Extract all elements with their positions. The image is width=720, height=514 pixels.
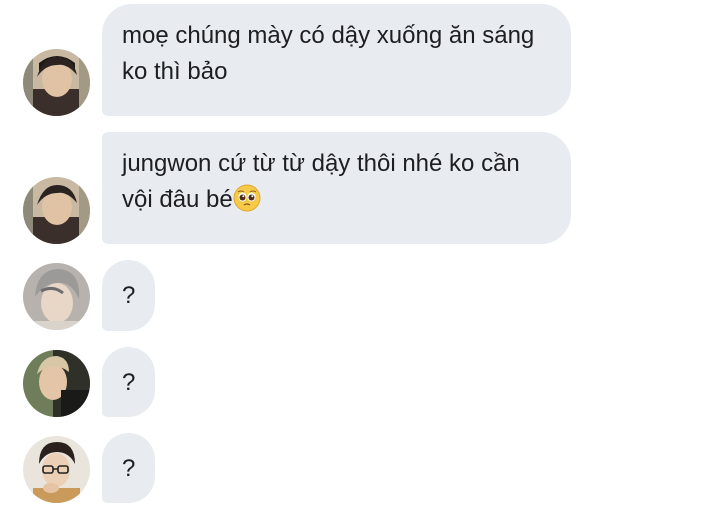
message-bubble[interactable]: ? — [102, 347, 155, 417]
chat-thread: moẹ chúng mày có dậy xuống ăn sáng ko th… — [0, 0, 720, 514]
avatar[interactable] — [23, 350, 90, 417]
avatar-photo-icon — [23, 177, 90, 244]
message-bubble[interactable]: moẹ chúng mày có dậy xuống ăn sáng ko th… — [102, 4, 571, 116]
message-bubble[interactable]: jungwon cứ từ từ dậy thôi nhé ko cần vội… — [102, 132, 571, 244]
message-text: ? — [122, 455, 136, 482]
avatar-photo-icon — [23, 263, 90, 330]
message-bubble[interactable]: ? — [102, 433, 155, 503]
avatar-photo-icon — [23, 436, 90, 503]
message-row: moẹ chúng mày có dậy xuống ăn sáng ko th… — [0, 4, 720, 116]
message-text: jungwon cứ từ từ dậy thôi nhé ko cần vội… — [122, 150, 520, 213]
avatar[interactable] — [23, 263, 90, 330]
avatar[interactable] — [23, 177, 90, 244]
avatar[interactable] — [23, 436, 90, 503]
avatar[interactable] — [23, 49, 90, 116]
avatar-photo-icon — [23, 350, 90, 417]
message-bubble[interactable]: ? — [102, 260, 155, 331]
pleading-face-emoji-icon — [233, 184, 261, 212]
message-row: jungwon cứ từ từ dậy thôi nhé ko cần vội… — [0, 132, 720, 244]
message-row: ? — [0, 260, 720, 331]
message-text: ? — [122, 369, 136, 396]
message-text: moẹ chúng mày có dậy xuống ăn sáng ko th… — [122, 22, 535, 85]
message-row: ? — [0, 347, 720, 417]
message-text: ? — [122, 282, 136, 309]
avatar-photo-icon — [23, 49, 90, 116]
message-row: ? — [0, 433, 720, 503]
